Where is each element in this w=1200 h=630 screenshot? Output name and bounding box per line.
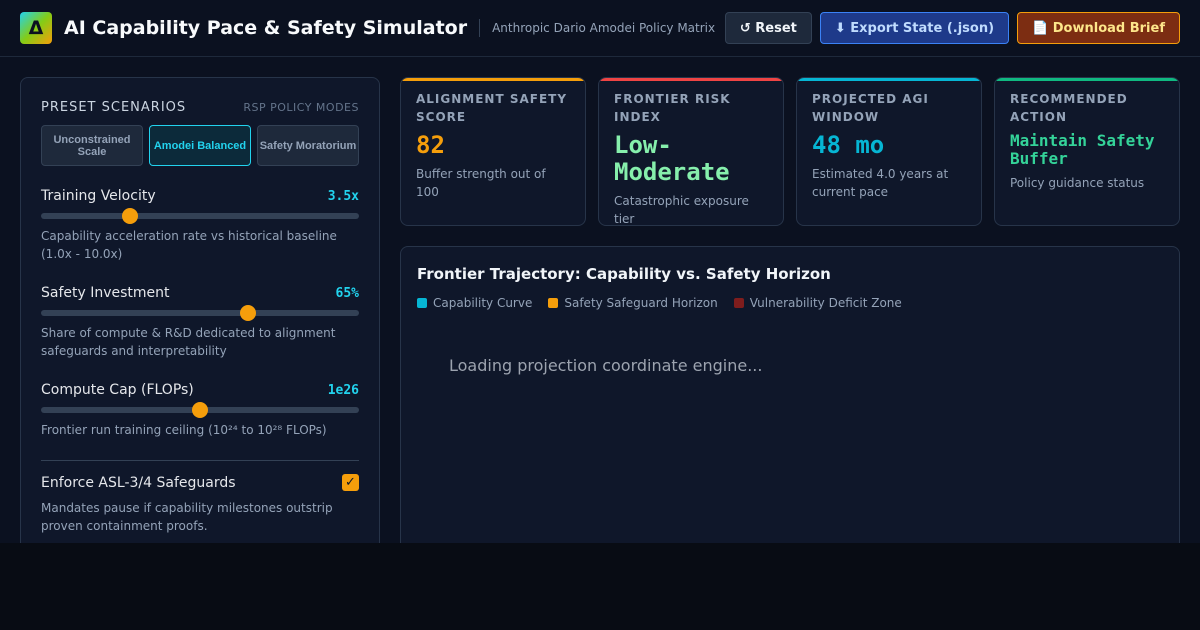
preset-unconstrained-button[interactable]: Unconstrained Scale bbox=[41, 125, 143, 166]
trajectory-title: Frontier Trajectory: Capability vs. Safe… bbox=[417, 265, 831, 283]
card-value: 82 bbox=[416, 131, 445, 159]
card-description: Estimated 4.0 years at current pace bbox=[812, 167, 949, 199]
compute-cap-control: Compute Cap (FLOPs) 1e26 Frontier run tr… bbox=[41, 382, 359, 439]
safety-investment-slider[interactable] bbox=[41, 305, 359, 321]
card-label: Alignment Safety Score bbox=[416, 92, 568, 124]
legend-label: Capability Curve bbox=[433, 296, 533, 310]
legend-swatch bbox=[733, 298, 744, 308]
slider-value: 1e26 bbox=[327, 382, 359, 398]
slider-value: 3.5x bbox=[327, 188, 359, 204]
slider-thumb[interactable] bbox=[239, 305, 256, 321]
trajectory-legend: Capability Curve Safety Safeguard Horizo… bbox=[417, 296, 1163, 310]
reset-button[interactable]: ↺ Reset bbox=[724, 12, 812, 44]
legend-swatch bbox=[548, 298, 559, 308]
preset-mode-label: RSP Policy Modes bbox=[243, 101, 359, 114]
slider-thumb[interactable] bbox=[122, 208, 139, 224]
card-label: Recommended Action bbox=[1010, 92, 1128, 124]
asl-safeguards-checkbox[interactable]: ✓ bbox=[342, 474, 359, 491]
slider-label: Compute Cap (FLOPs) bbox=[41, 382, 194, 398]
card-description: Buffer strength out of 100 bbox=[416, 167, 546, 199]
card-description: Catastrophic exposure tier bbox=[614, 194, 749, 226]
trajectory-panel: Frontier Trajectory: Capability vs. Safe… bbox=[400, 246, 1180, 543]
legend-item-capability-curve: Capability Curve bbox=[417, 296, 532, 310]
metric-cards: Alignment Safety Score 82 Buffer strengt… bbox=[400, 77, 1180, 226]
export-state-button[interactable]: ⬇ Export State (.json) bbox=[819, 12, 1010, 44]
card-label: Frontier Risk Index bbox=[614, 92, 731, 124]
legend-label: Vulnerability Deficit Zone bbox=[749, 296, 902, 310]
legend-swatch bbox=[417, 298, 427, 308]
card-value: Low-Moderate bbox=[614, 131, 730, 186]
recommended-action-card: Recommended Action Maintain Safety Buffe… bbox=[994, 77, 1180, 226]
control-panel: Preset Scenarios RSP Policy Modes Uncons… bbox=[20, 77, 380, 543]
toggle-description: Mandates pause if capability milestones … bbox=[41, 501, 333, 533]
slider-label: Safety Investment bbox=[41, 285, 170, 301]
alignment-safety-score-card: Alignment Safety Score 82 Buffer strengt… bbox=[400, 77, 586, 226]
legend-label: Safety Safeguard Horizon bbox=[564, 296, 718, 310]
app-root: Δ AI Capability Pace & Safety Simulator … bbox=[0, 0, 1200, 543]
training-velocity-control: Training Velocity 3.5x Capability accele… bbox=[41, 188, 359, 263]
asl-safeguards-toggle-row: Enforce ASL-3/4 Safeguards ✓ bbox=[41, 474, 359, 491]
preset-title: Preset Scenarios bbox=[41, 100, 187, 115]
slider-thumb[interactable] bbox=[192, 402, 208, 418]
slider-description: Capability acceleration rate vs historic… bbox=[41, 229, 337, 261]
compute-cap-slider[interactable] bbox=[41, 402, 359, 418]
app-title: AI Capability Pace & Safety Simulator bbox=[64, 17, 468, 39]
preset-header: Preset Scenarios RSP Policy Modes bbox=[41, 100, 359, 115]
header-actions: ↺ Reset ⬇ Export State (.json) 📄 Downloa… bbox=[724, 12, 1180, 44]
training-velocity-slider[interactable] bbox=[41, 208, 359, 224]
card-value: Maintain Safety Buffer bbox=[1010, 131, 1155, 168]
preset-buttons: Unconstrained Scale Amodei Balanced Safe… bbox=[41, 125, 359, 166]
frontier-risk-index-card: Frontier Risk Index Low-Moderate Catastr… bbox=[598, 77, 784, 226]
slider-description: Frontier run training ceiling (10²⁴ to 1… bbox=[41, 423, 327, 437]
legend-item-vulnerability-zone: Vulnerability Deficit Zone bbox=[733, 296, 902, 310]
card-label: Projected AGI Window bbox=[812, 92, 929, 124]
preset-safety-moratorium-button[interactable]: Safety Moratorium bbox=[257, 125, 359, 166]
legend-item-safety-horizon: Safety Safeguard Horizon bbox=[548, 296, 718, 310]
app-logo: Δ bbox=[20, 12, 52, 44]
slider-value: 65% bbox=[335, 285, 359, 301]
download-brief-button[interactable]: 📄 Download Brief bbox=[1017, 12, 1180, 44]
preset-amodei-balanced-button[interactable]: Amodei Balanced bbox=[149, 125, 251, 166]
loading-message: Loading projection coordinate engine... bbox=[449, 356, 763, 375]
top-header: Δ AI Capability Pace & Safety Simulator … bbox=[0, 0, 1200, 57]
card-value: 48 mo bbox=[812, 131, 885, 159]
divider bbox=[41, 460, 359, 461]
slider-label: Training Velocity bbox=[41, 188, 156, 204]
card-description: Policy guidance status bbox=[1010, 176, 1145, 190]
toggle-label: Enforce ASL-3/4 Safeguards bbox=[41, 474, 236, 491]
slider-description: Share of compute & R&D dedicated to alig… bbox=[41, 326, 336, 358]
safety-investment-control: Safety Investment 65% Share of compute &… bbox=[41, 285, 359, 360]
app-subtitle: Anthropic Dario Amodei Policy Matrix bbox=[479, 19, 715, 37]
projected-agi-window-card: Projected AGI Window 48 mo Estimated 4.0… bbox=[796, 77, 982, 226]
